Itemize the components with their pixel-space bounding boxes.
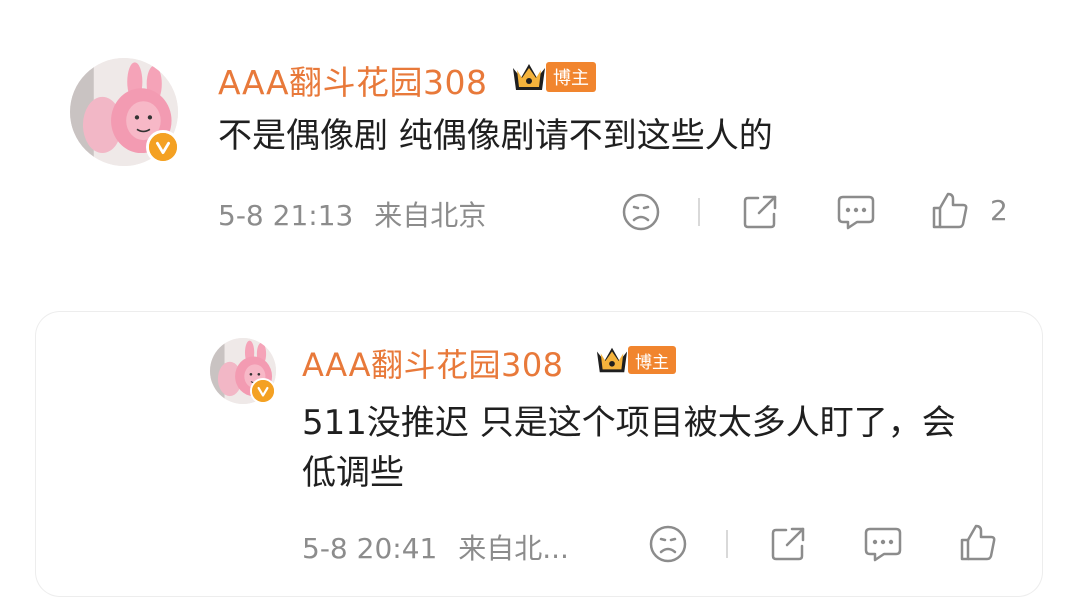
comment-location: 来自北... [458, 532, 569, 565]
username[interactable]: AAA翻斗花园308 [302, 340, 564, 386]
action-divider [726, 530, 728, 558]
thumbs-up-icon[interactable] [958, 522, 998, 564]
crown-icon [594, 344, 630, 376]
share-icon[interactable] [768, 524, 808, 564]
comment-time: 5-8 20:41 [302, 532, 438, 565]
verified-icon [250, 378, 276, 404]
comment-text: 511没推迟 只是这个项目被太多人盯了，会低调些 [302, 403, 956, 493]
comment-reply: AAA翻斗花园308 博主 511没推迟 只是这个项目被太多人盯了，会低调些 5… [0, 0, 1080, 609]
frown-icon[interactable] [648, 524, 688, 564]
blogger-tag: 博主 [628, 346, 676, 374]
comment-icon[interactable] [862, 524, 904, 564]
comment-meta: 5-8 20:41 来自北... [302, 527, 569, 567]
avatar[interactable] [210, 338, 276, 404]
blogger-badge: 博主 [594, 344, 676, 376]
